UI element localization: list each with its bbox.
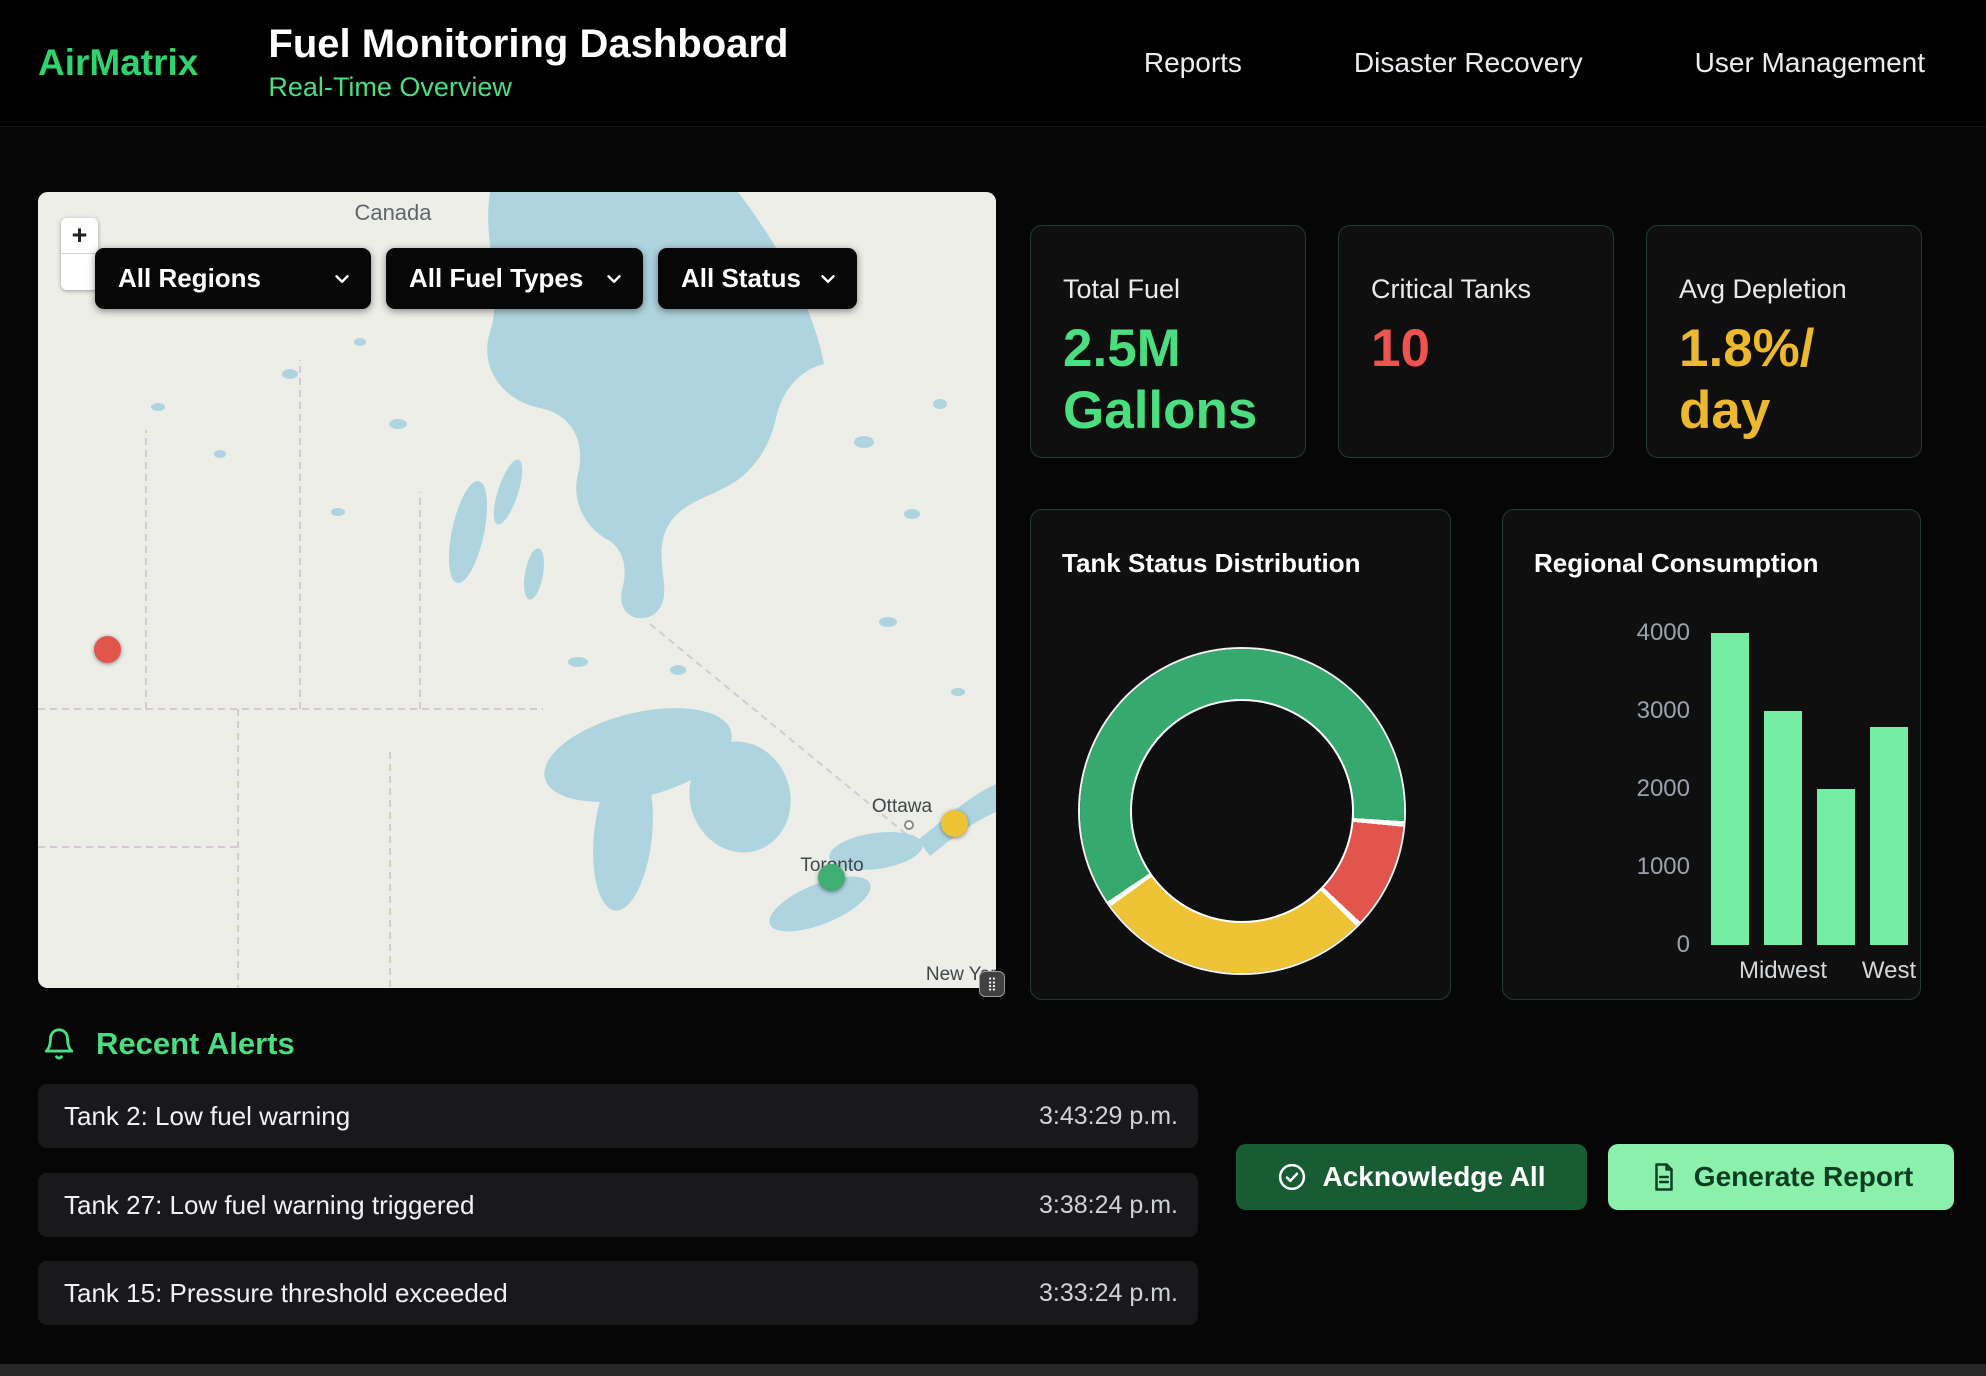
zoom-in-button[interactable]: + — [61, 218, 98, 254]
bar — [1870, 727, 1908, 945]
map-canvas[interactable]: Canada Ottawa Toronto New York — [38, 192, 996, 988]
x-tick-label: West — [1862, 957, 1916, 985]
map-viewport[interactable]: Canada Ottawa Toronto New York + All Reg… — [38, 192, 996, 988]
y-tick-label: 1000 — [1637, 853, 1690, 881]
donut-chart-wrap — [1080, 649, 1404, 973]
chevron-down-icon — [817, 268, 839, 290]
stat-card-total-fuel: Total Fuel 2.5M Gallons — [1030, 225, 1306, 458]
stat-value-line: 2.5M — [1063, 318, 1275, 380]
nav-item-reports[interactable]: Reports — [1144, 47, 1242, 79]
tank-status-distribution-card: Tank Status Distribution — [1030, 509, 1451, 1000]
bar-chart[interactable]: 01000200030004000 MidwestWest — [1539, 633, 1908, 945]
generate-report-button[interactable]: Generate Report — [1608, 1144, 1954, 1210]
alert-timestamp: 3:38:24 p.m. — [1039, 1191, 1178, 1220]
alert-text: Tank 2: Low fuel warning — [64, 1101, 350, 1132]
stat-value-line: Gallons — [1063, 380, 1275, 442]
stat-value: 10 — [1371, 318, 1583, 380]
alert-timestamp: 3:43:29 p.m. — [1039, 1102, 1178, 1131]
y-tick-label: 4000 — [1637, 619, 1690, 647]
nav-item-disaster-recovery[interactable]: Disaster Recovery — [1354, 47, 1583, 79]
stat-value: 2.5M Gallons — [1063, 318, 1275, 442]
brand-logo[interactable]: AirMatrix — [38, 42, 198, 84]
chart-title: Tank Status Distribution — [1062, 548, 1361, 579]
map-label-canada: Canada — [354, 200, 432, 225]
chevron-down-icon — [603, 268, 625, 290]
bar-plot: Midwest West — [1711, 633, 1908, 945]
x-tick-label: Midwest — [1739, 957, 1827, 985]
stat-label: Total Fuel — [1063, 274, 1275, 305]
alert-timestamp: 3:33:24 p.m. — [1039, 1279, 1178, 1308]
y-tick-label: 0 — [1677, 931, 1690, 959]
y-tick-label: 3000 — [1637, 697, 1690, 725]
fuel-type-filter-value: All Fuel Types — [409, 263, 583, 294]
status-filter-value: All Status — [681, 263, 801, 294]
bar-column: West — [1870, 633, 1908, 945]
alerts-title: Recent Alerts — [96, 1026, 295, 1062]
region-filter-value: All Regions — [118, 263, 261, 294]
bar — [1817, 789, 1855, 945]
map-zoom-control: + — [61, 218, 98, 290]
bar-y-axis: 01000200030004000 — [1539, 633, 1690, 945]
main-nav: Reports Disaster Recovery User Managemen… — [1144, 47, 1925, 79]
ottawa-town-dot — [905, 821, 913, 829]
tank-marker-critical-icon[interactable] — [94, 636, 121, 663]
map-label-ottawa: Ottawa — [872, 796, 933, 817]
zoom-out-button[interactable] — [61, 254, 98, 290]
nav-item-user-management[interactable]: User Management — [1695, 47, 1925, 79]
alert-row[interactable]: Tank 27: Low fuel warning triggered 3:38… — [38, 1173, 1198, 1237]
chevron-down-icon — [331, 268, 353, 290]
bell-icon — [42, 1027, 76, 1061]
fuel-type-filter-dropdown[interactable]: All Fuel Types — [386, 248, 643, 309]
stat-label: Avg Depletion — [1679, 274, 1891, 305]
page-subtitle: Real-Time Overview — [268, 72, 788, 103]
alert-text: Tank 15: Pressure threshold exceeded — [64, 1278, 508, 1309]
stat-value: 1.8%/ day — [1679, 318, 1891, 442]
top-bar: AirMatrix Fuel Monitoring Dashboard Real… — [0, 0, 1986, 127]
stat-value-line: 10 — [1371, 318, 1583, 380]
bottom-panel-edge — [0, 1364, 1986, 1376]
page-title: Fuel Monitoring Dashboard — [268, 23, 788, 65]
chart-title: Regional Consumption — [1534, 548, 1819, 579]
donut-hole — [1130, 699, 1354, 923]
y-tick-label: 2000 — [1637, 775, 1690, 803]
alerts-header: Recent Alerts — [42, 1026, 295, 1062]
alert-row[interactable]: Tank 2: Low fuel warning 3:43:29 p.m. — [38, 1084, 1198, 1148]
document-icon — [1649, 1162, 1679, 1192]
fuel-tanks-map[interactable]: Canada Ottawa Toronto New York + All Reg… — [38, 192, 996, 988]
fuel-monitoring-dashboard: AirMatrix Fuel Monitoring Dashboard Real… — [0, 0, 1986, 1376]
tank-marker-warning-icon[interactable] — [941, 810, 968, 837]
region-filter-dropdown[interactable]: All Regions — [95, 248, 371, 309]
stat-card-avg-depletion: Avg Depletion 1.8%/ day — [1646, 225, 1922, 458]
stat-card-critical-tanks: Critical Tanks 10 — [1338, 225, 1614, 458]
bar-column: Midwest — [1764, 633, 1802, 945]
title-block: Fuel Monitoring Dashboard Real-Time Over… — [268, 23, 788, 103]
stat-value-line: 1.8%/ — [1679, 318, 1891, 380]
bar — [1764, 711, 1802, 945]
acknowledge-all-button[interactable]: Acknowledge All — [1236, 1144, 1587, 1210]
generate-report-label: Generate Report — [1694, 1161, 1913, 1193]
alert-text: Tank 27: Low fuel warning triggered — [64, 1190, 474, 1221]
regional-consumption-card: Regional Consumption 0 1000 2000 3000 4000 M… — [1502, 509, 1921, 1000]
status-filter-dropdown[interactable]: All Status — [658, 248, 857, 309]
stat-value-line: day — [1679, 380, 1891, 442]
bar-column — [1817, 633, 1855, 945]
tank-marker-normal-icon[interactable] — [818, 864, 845, 891]
stat-label: Critical Tanks — [1371, 274, 1583, 305]
bar — [1711, 633, 1749, 945]
check-circle-icon — [1277, 1162, 1307, 1192]
alert-row[interactable]: Tank 15: Pressure threshold exceeded 3:3… — [38, 1261, 1198, 1325]
acknowledge-all-label: Acknowledge All — [1322, 1161, 1545, 1193]
map-filter-bar: All Regions All Fuel Types All Status — [95, 248, 857, 309]
bar-column — [1711, 633, 1749, 945]
map-resize-handle-icon[interactable]: ⣿ — [979, 971, 1005, 997]
